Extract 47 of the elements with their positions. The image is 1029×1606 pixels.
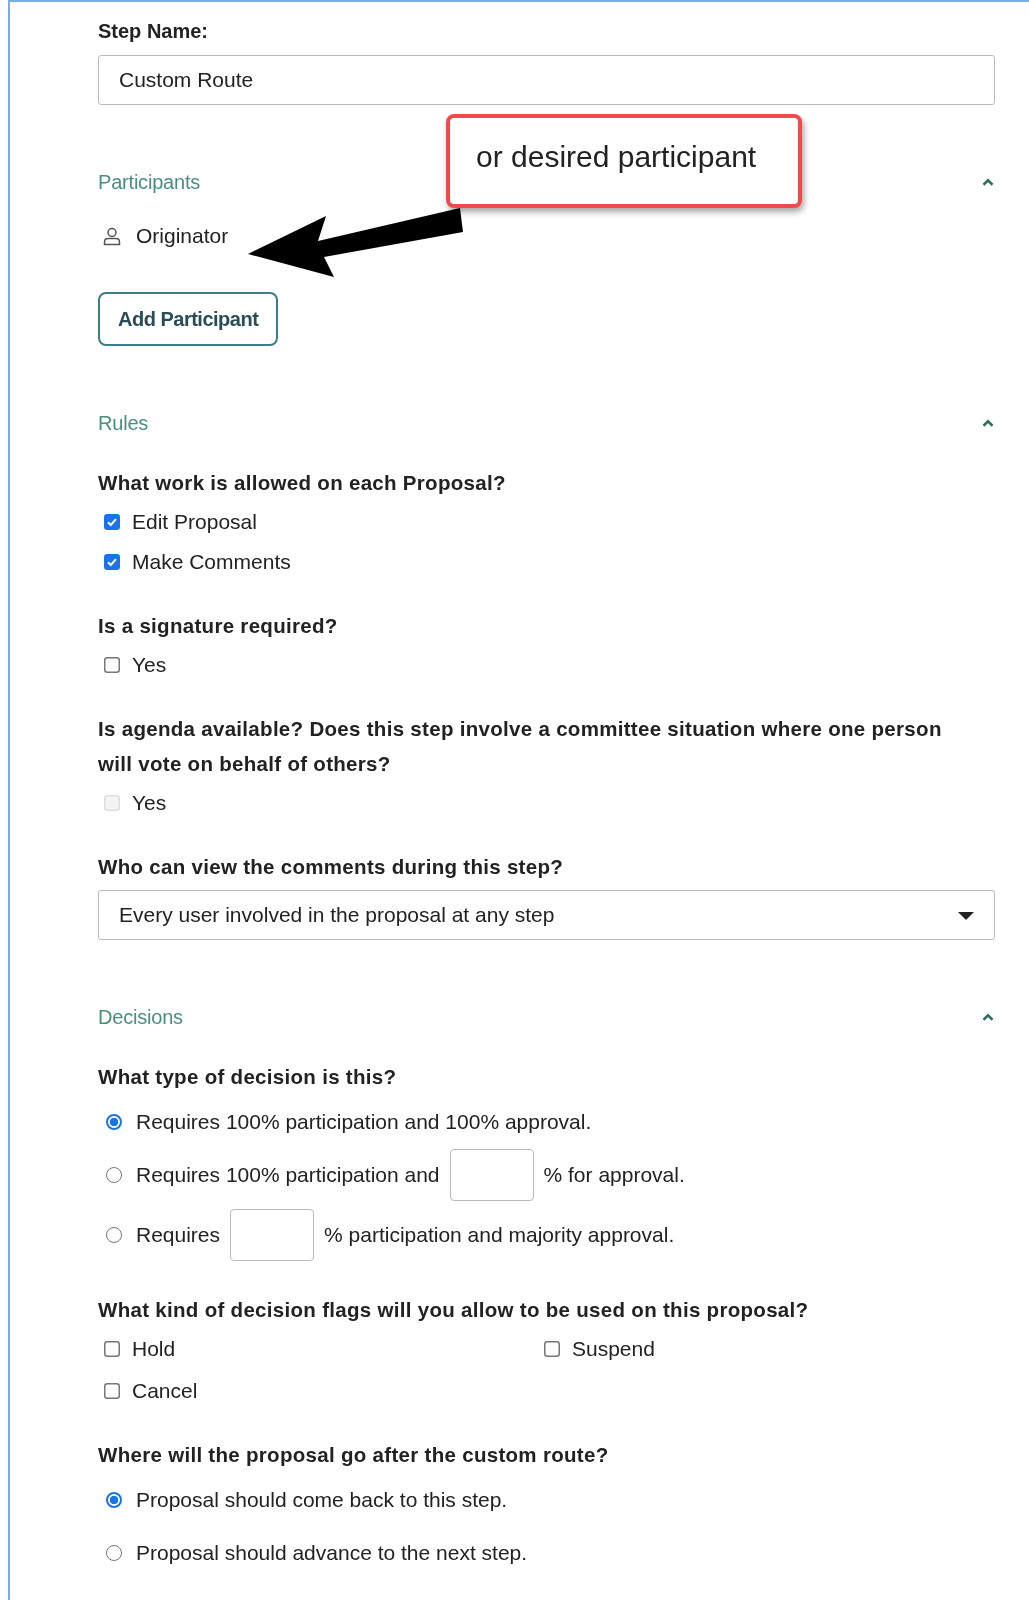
checkbox-label: Edit Proposal (132, 509, 257, 535)
person-icon (102, 226, 122, 246)
option-text: % participation and majority approval. (324, 1223, 675, 1247)
field-label: Step Name: (98, 20, 210, 43)
section-title: Participants (98, 171, 201, 194)
add-participant-button[interactable]: Add Participant (98, 292, 279, 346)
checkbox-label: Yes (132, 790, 167, 816)
checkbox[interactable] (104, 554, 120, 570)
participant-name: Originator (136, 224, 229, 248)
checkbox[interactable] (104, 1383, 120, 1399)
question-text: What type of decision is this? (98, 1064, 398, 1090)
checkbox[interactable] (104, 1341, 120, 1357)
step-name-field[interactable]: Custom Route (98, 55, 995, 105)
question-text: What work is allowed on each Proposal? (98, 470, 507, 496)
dropdown-field[interactable]: Every user involved in the proposal at any step (98, 890, 995, 940)
question-text: Is agenda available? Does this step involve a committee situation where one person will vote on behalf of others? (98, 716, 943, 777)
radio-button[interactable] (106, 1492, 122, 1508)
radio-button[interactable] (106, 1167, 122, 1183)
section-title: Rules (98, 412, 149, 435)
checkbox-label: Hold (132, 1336, 176, 1362)
question-text: Where will the proposal go after the custom route? (98, 1442, 610, 1468)
checkbox-label: Make Comments (132, 549, 291, 575)
option-text: Proposal should come back to this step. (136, 1488, 508, 1512)
question-text: Is a signature required? (98, 613, 339, 639)
option-text: Requires 100% participation and 100% approval. (136, 1110, 592, 1134)
section-title: Decisions (98, 1006, 183, 1029)
percent-field[interactable] (449, 1149, 534, 1201)
chevron-icon[interactable] (981, 1013, 995, 1022)
option-text: Requires 100% participation and (136, 1163, 440, 1187)
option-text: Proposal should advance to the next step. (136, 1541, 528, 1565)
radio-button[interactable] (106, 1545, 122, 1561)
option-text: % for approval. (543, 1163, 685, 1187)
checkbox-label: Cancel (132, 1378, 198, 1404)
checkbox[interactable] (104, 657, 120, 673)
option-text: Requires (136, 1223, 221, 1247)
radio-button[interactable] (106, 1114, 122, 1130)
checkbox-label: Yes (132, 652, 167, 678)
checkbox[interactable] (544, 1341, 560, 1357)
question-text: What kind of decision flags will you allow to be used on this proposal? (98, 1297, 810, 1323)
callout-box: or desired participant (446, 114, 802, 208)
chevron-icon[interactable] (981, 178, 995, 187)
checkbox[interactable] (104, 514, 120, 530)
percent-field[interactable] (230, 1209, 315, 1261)
radio-button[interactable] (106, 1227, 122, 1243)
question-text: Who can view the comments during this step? (98, 854, 565, 880)
checkbox-label: Suspend (572, 1336, 655, 1362)
chevron-icon[interactable] (981, 419, 995, 428)
